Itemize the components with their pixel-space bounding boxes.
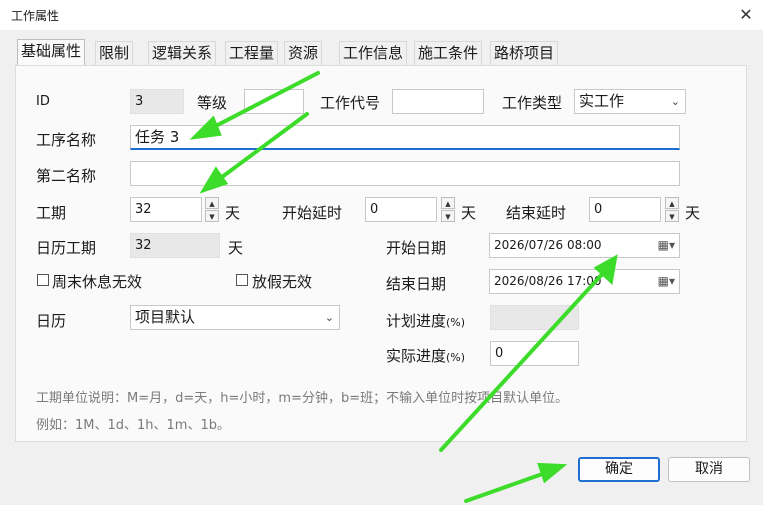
end-delay-input[interactable]: 0 [589,197,661,222]
spin-down-icon[interactable]: ▼ [665,210,679,222]
title-bar: 工作属性 ✕ [0,0,763,30]
tab-basic[interactable]: 基础属性 [17,39,86,66]
duration-label: 工期 [36,204,67,222]
cal-duration-unit: 天 [228,239,244,257]
cal-duration-field: 32 [130,233,220,258]
start-date-label: 开始日期 [386,239,447,257]
ok-button[interactable]: 确定 [578,457,660,482]
tab-work-info[interactable]: 工作信息 [339,41,408,65]
tab-limits[interactable]: 限制 [95,41,134,65]
type-select-value: 实工作 [579,92,625,110]
name2-label: 第二名称 [36,167,97,185]
end-date-label: 结束日期 [386,275,447,293]
start-delay-unit: 天 [461,204,477,222]
tab-road-bridge[interactable]: 路桥项目 [490,41,559,65]
id-label: ID [36,94,50,109]
tab-conditions[interactable]: 施工条件 [414,41,483,65]
end-delay-label: 结束延时 [506,204,567,222]
start-delay-input[interactable]: 0 [365,197,437,222]
weekend-checkbox[interactable] [37,274,49,286]
tab-resources[interactable]: 资源 [284,41,323,65]
end-date-value: 2026/08/26 17:00 [494,274,602,288]
chevron-down-icon: ⌄ [324,311,334,324]
code-label: 工作代号 [320,94,381,112]
calendar-icon[interactable]: ▦▾ [658,234,675,257]
code-field[interactable] [392,89,484,114]
calendar-select[interactable]: 项目默认 ⌄ [130,305,340,330]
calendar-select-value: 项目默认 [135,308,196,326]
name2-input[interactable] [130,161,680,186]
start-date-picker[interactable]: 2026/07/26 08:00 ▦▾ [489,233,680,258]
calendar-icon[interactable]: ▦▾ [658,270,675,293]
cancel-button[interactable]: 取消 [668,457,750,482]
start-date-value: 2026/07/26 08:00 [494,238,602,252]
grade-label: 等级 [197,94,228,112]
help-line-1: 工期单位说明：M=月，d=天，h=小时，m=分钟，b=班；不输入单位时按项目默认… [36,391,569,406]
end-delay-unit: 天 [685,204,701,222]
grade-field[interactable] [244,89,304,114]
chevron-down-icon: ⌄ [670,95,680,108]
end-delay-spinner[interactable]: ▲ ▼ [665,197,679,222]
duration-input[interactable]: 32 [130,197,202,222]
spin-up-icon[interactable]: ▲ [205,197,219,209]
holiday-checkbox[interactable] [236,274,248,286]
end-date-picker[interactable]: 2026/08/26 17:00 ▦▾ [489,269,680,294]
type-label: 工作类型 [502,94,563,112]
close-icon[interactable]: ✕ [736,5,756,25]
plan-progress-field [490,305,579,330]
calendar-label: 日历 [36,312,67,330]
plan-progress-label: 计划进度(%) [386,312,466,330]
spin-up-icon[interactable]: ▲ [665,197,679,209]
spin-down-icon[interactable]: ▼ [205,210,219,222]
start-delay-spinner[interactable]: ▲ ▼ [441,197,455,222]
tab-logic[interactable]: 逻辑关系 [148,41,217,65]
help-line-2: 例如：1M、1d、1h、1m、1b。 [36,418,230,433]
actual-progress-label: 实际进度(%) [386,347,466,365]
spin-up-icon[interactable]: ▲ [441,197,455,209]
window-title: 工作属性 [11,9,60,23]
start-delay-label: 开始延时 [282,204,343,222]
spin-down-icon[interactable]: ▼ [441,210,455,222]
holiday-label: 放假无效 [252,273,313,291]
weekend-label: 周末休息无效 [52,273,143,291]
duration-spinner[interactable]: ▲ ▼ [205,197,219,222]
name-label: 工序名称 [36,131,97,149]
arrow-to-ok [464,470,550,503]
duration-unit: 天 [225,204,241,222]
arrow-head [537,462,568,484]
cal-duration-label: 日历工期 [36,239,97,257]
actual-progress-input[interactable]: 0 [490,341,579,366]
name-input[interactable]: 任务 3 [130,125,680,150]
id-field: 3 [130,89,184,114]
tab-quantity[interactable]: 工程量 [225,41,279,65]
type-select[interactable]: 实工作 ⌄ [574,89,686,114]
